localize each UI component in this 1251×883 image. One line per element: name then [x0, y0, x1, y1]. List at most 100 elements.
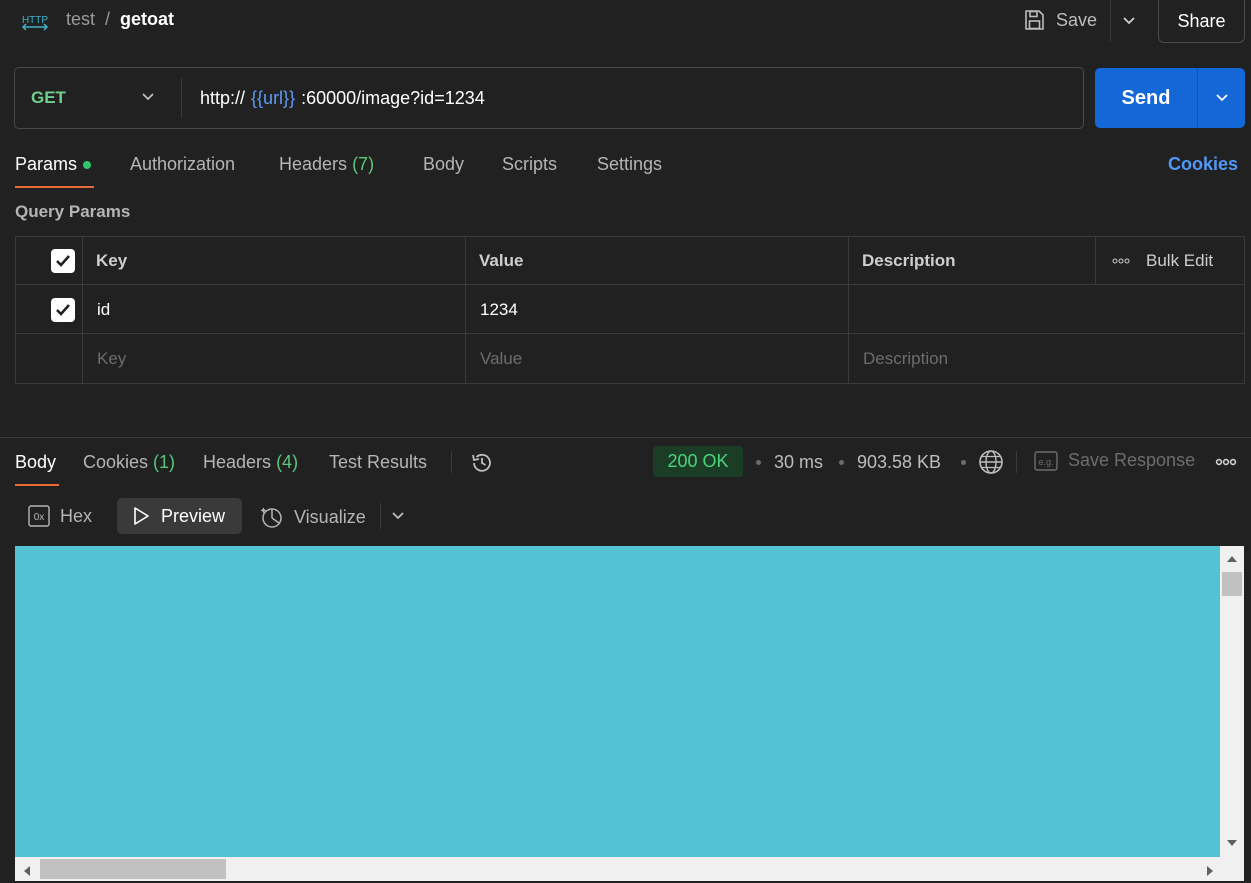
response-pane-divider[interactable] — [0, 437, 1251, 438]
more-options-icon[interactable] — [1215, 458, 1237, 466]
bulk-edit-label: Bulk Edit — [1146, 251, 1214, 270]
url-input[interactable]: http:// {{url}} :60000/image?id=1234 — [200, 68, 485, 128]
query-params-table: Key Value Description Bulk Edit id 1234 … — [15, 236, 1245, 384]
visualize-icon — [260, 507, 282, 528]
url-suffix: :60000/image?id=1234 — [301, 87, 485, 108]
example-icon-text: e.g. — [1038, 457, 1053, 467]
method-select[interactable]: GET — [15, 68, 181, 128]
visualize-view-button[interactable]: Visualize — [260, 505, 366, 529]
response-tab-body[interactable]: Body — [15, 452, 56, 473]
response-tab-test-results[interactable]: Test Results — [329, 452, 427, 473]
new-param-value-input[interactable]: Value — [480, 335, 848, 383]
meta-separator-dot — [961, 460, 966, 465]
scroll-down-arrow-icon[interactable] — [1225, 838, 1239, 848]
share-button[interactable]: Share — [1158, 0, 1245, 43]
save-response-button[interactable]: e.g. Save Response — [1034, 450, 1195, 471]
scrollbar-corner — [1220, 857, 1244, 881]
more-options-icon — [1112, 258, 1130, 264]
query-params-title: Query Params — [15, 202, 131, 221]
response-preview-image — [15, 546, 1220, 857]
method-divider — [181, 78, 182, 118]
response-tab-headers[interactable]: Headers (4) — [203, 452, 298, 473]
tab-body[interactable]: Body — [423, 154, 464, 175]
scroll-up-arrow-icon[interactable] — [1225, 554, 1239, 564]
bulk-edit-group: Bulk Edit — [1112, 237, 1213, 285]
url-bar: GET http:// {{url}} :60000/image?id=1234 — [14, 67, 1084, 129]
breadcrumb: test / getoat — [66, 9, 174, 30]
tab-headers-count: (7) — [352, 154, 375, 174]
params-active-dot — [83, 160, 92, 169]
chevron-down-icon — [141, 90, 155, 104]
row-enabled-checkbox[interactable] — [51, 298, 75, 322]
response-size[interactable]: 903.58 KB — [857, 452, 941, 473]
param-description-cell[interactable] — [863, 286, 1243, 334]
url-variable[interactable]: {{url}} — [251, 88, 295, 109]
response-tab-headers-count: (4) — [276, 452, 299, 472]
new-param-key-input[interactable]: Key — [97, 335, 465, 383]
select-all-checkbox[interactable] — [51, 249, 75, 273]
response-tab-cookies-label: Cookies — [83, 452, 149, 472]
vertical-scrollbar-thumb[interactable] — [1222, 572, 1242, 596]
tab-headers-label: Headers — [279, 154, 348, 174]
request-name[interactable]: getoat — [120, 9, 174, 30]
horizontal-scrollbar-thumb[interactable] — [40, 859, 226, 879]
save-label: Save — [1056, 9, 1098, 30]
column-header-value: Value — [479, 251, 524, 270]
tab-scripts[interactable]: Scripts — [502, 154, 557, 175]
tab-headers[interactable]: Headers (7) — [279, 154, 374, 175]
response-tab-headers-label: Headers — [203, 452, 272, 472]
hex-view-button[interactable]: 0x Hex — [28, 505, 92, 527]
response-tab-cookies[interactable]: Cookies (1) — [83, 452, 175, 473]
param-value-cell[interactable]: 1234 — [480, 286, 848, 334]
breadcrumb-parent[interactable]: test — [66, 9, 95, 30]
save-options-button[interactable] — [1110, 0, 1146, 42]
chevron-down-icon[interactable] — [390, 509, 406, 523]
column-header-key: Key — [96, 251, 128, 270]
scroll-right-arrow-icon[interactable] — [1205, 864, 1215, 878]
response-time[interactable]: 30 ms — [774, 452, 823, 473]
meta-separator-dot — [756, 460, 761, 465]
status-badge[interactable]: 200 OK — [653, 446, 743, 477]
tab-separator — [451, 451, 452, 473]
breadcrumb-separator: / — [105, 9, 111, 29]
chevron-down-icon — [1122, 17, 1135, 25]
save-response-label: Save Response — [1068, 450, 1196, 470]
url-prefix: http:// — [200, 87, 246, 108]
tab-params-label: Params — [15, 154, 78, 174]
new-param-description-input[interactable]: Description — [863, 335, 1243, 383]
hex-icon-text: 0x — [34, 512, 45, 523]
send-options-button[interactable] — [1197, 68, 1245, 128]
visualize-label: Visualize — [294, 506, 366, 527]
preview-view-button[interactable]: Preview — [117, 498, 242, 534]
save-button[interactable]: Save — [1022, 6, 1097, 34]
hex-icon: 0x — [28, 505, 50, 527]
table-row: id 1234 — [16, 286, 1244, 334]
tab-authorization[interactable]: Authorization — [130, 154, 235, 175]
send-button[interactable]: Send — [1095, 68, 1197, 128]
globe-icon[interactable] — [978, 449, 1004, 475]
active-tab-indicator — [15, 186, 94, 188]
param-key-cell[interactable]: id — [97, 286, 465, 334]
cookies-link[interactable]: Cookies — [1168, 154, 1238, 175]
table-header-row: Key Value Description Bulk Edit — [16, 237, 1244, 285]
checkmark-icon — [56, 304, 70, 316]
tab-settings[interactable]: Settings — [597, 154, 662, 175]
meta-separator-dot — [839, 460, 844, 465]
checkmark-icon — [56, 255, 70, 267]
tab-params[interactable]: Params — [15, 154, 92, 175]
save-icon — [1025, 10, 1044, 30]
method-label: GET — [31, 88, 66, 107]
scroll-left-arrow-icon[interactable] — [22, 864, 32, 878]
history-icon[interactable] — [469, 450, 495, 476]
table-row-new: Key Value Description — [16, 335, 1244, 383]
play-icon — [134, 507, 149, 525]
bulk-edit-button[interactable]: Bulk Edit — [1112, 251, 1213, 271]
chevron-down-icon — [1215, 94, 1228, 102]
view-mode-separator — [380, 503, 381, 529]
column-header-description: Description — [862, 251, 956, 270]
active-tab-indicator — [15, 484, 59, 486]
http-request-icon: HTTP — [20, 8, 50, 34]
preview-label: Preview — [161, 505, 226, 526]
column-divider — [1095, 237, 1096, 285]
hex-label: Hex — [60, 505, 93, 526]
